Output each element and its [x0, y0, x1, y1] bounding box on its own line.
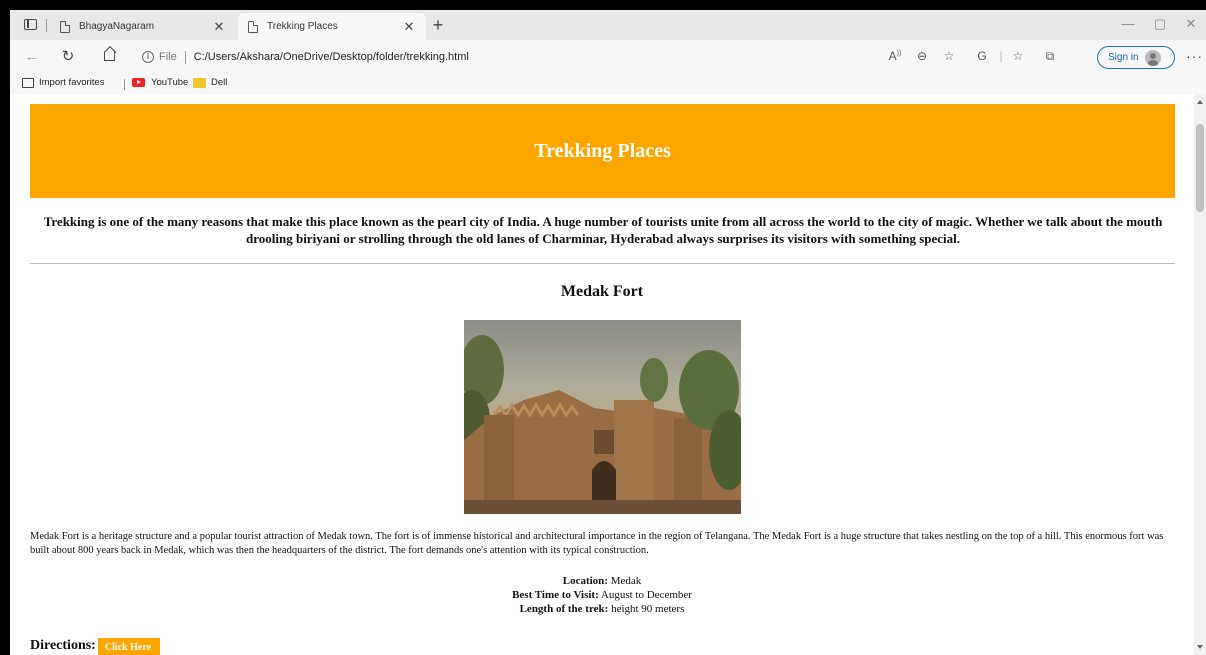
zoom-icon[interactable]: ⊖ [913, 49, 931, 63]
maximize-icon[interactable]: ▢ [1150, 16, 1170, 32]
favorite-label: Dell [211, 77, 228, 88]
toolbar-divider: | [999, 49, 1003, 63]
more-menu-icon[interactable]: ··· [1186, 48, 1203, 64]
extensions-icon[interactable]: G [973, 49, 991, 63]
medak-fort-image [464, 320, 741, 514]
vertical-scrollbar[interactable] [1194, 94, 1206, 655]
favorite-dell[interactable]: Dell [193, 77, 227, 88]
home-icon[interactable] [104, 52, 115, 61]
address-toolbar: ← ↻ i File C:/Users/Akshara/OneDrive/Des… [10, 40, 1206, 74]
place-facts: Location: Medak Best Time to Visit: Augu… [10, 574, 1194, 616]
address-bar[interactable]: i File C:/Users/Akshara/OneDrive/Desktop… [128, 44, 983, 70]
place-description: Medak Fort is a heritage structure and a… [30, 531, 1164, 556]
close-window-icon[interactable]: ✕ [1181, 16, 1201, 32]
favorite-label: YouTube [151, 77, 189, 88]
tab-divider [46, 19, 47, 32]
back-icon[interactable]: ← [22, 47, 42, 67]
youtube-icon [132, 78, 145, 87]
url-text[interactable]: C:/Users/Akshara/OneDrive/Desktop/folder… [194, 51, 469, 63]
location-label: Location: [562, 575, 608, 587]
avatar [1144, 49, 1161, 66]
tab-strip: BhagyaNagaram ✕ Trekking Places ✕ + — ▢ … [10, 10, 1206, 40]
directions-row: Directions: Click Here [30, 636, 161, 655]
folder-icon [193, 77, 206, 88]
sign-in-button[interactable]: Sign in [1097, 46, 1175, 69]
best-time-row: Best Time to Visit: August to December [10, 588, 1194, 602]
collections-icon[interactable]: ⧉ [1041, 49, 1059, 64]
scheme-label: File [159, 51, 177, 63]
intro-text: Trekking is one of the many reasons that… [43, 214, 1163, 246]
close-icon[interactable]: ✕ [212, 19, 226, 35]
favorite-star-icon[interactable]: ☆ [940, 49, 958, 63]
tab-trekking-places[interactable]: Trekking Places ✕ [238, 13, 426, 40]
location-row: Location: Medak [10, 574, 1194, 588]
location-value: Medak [610, 575, 642, 587]
header-banner: Trekking Places [30, 104, 1175, 198]
trek-length-label: Length of the trek: [519, 603, 609, 615]
favorites-divider [124, 79, 125, 90]
tab-label: Trekking Places [267, 21, 338, 32]
new-tab-icon[interactable]: + [428, 14, 448, 36]
tab-actions-icon[interactable] [24, 19, 37, 30]
page-title: Trekking Places [534, 139, 671, 162]
minimize-icon[interactable]: — [1118, 16, 1138, 31]
favorite-import[interactable]: Import favorites [22, 77, 104, 88]
scroll-thumb[interactable] [1196, 124, 1204, 212]
favorite-label: Import favorites [39, 77, 105, 88]
directions-label: Directions: [30, 638, 96, 653]
scroll-down-icon[interactable] [1197, 645, 1203, 649]
trek-length-row: Length of the trek: height 90 meters [10, 602, 1194, 616]
info-icon[interactable]: i [142, 51, 154, 63]
trek-length-value: height 90 meters [611, 603, 685, 615]
browser-window: BhagyaNagaram ✕ Trekking Places ✕ + — ▢ … [10, 10, 1206, 655]
address-divider [184, 50, 186, 64]
sign-in-label: Sign in [1108, 52, 1139, 63]
refresh-icon[interactable]: ↻ [58, 47, 78, 67]
read-aloud-icon[interactable]: A)) [886, 49, 904, 63]
place-title: Medak Fort [560, 283, 644, 300]
section-divider [30, 263, 1175, 264]
favorite-youtube[interactable]: YouTube [132, 77, 188, 88]
favorites-bar: Import favorites YouTube Dell [10, 74, 1206, 94]
close-icon[interactable]: ✕ [402, 19, 416, 35]
page-icon [248, 20, 258, 33]
tab-bhagyanagaram[interactable]: BhagyaNagaram ✕ [50, 13, 236, 40]
best-time-value: August to December [600, 589, 692, 601]
import-icon [22, 77, 34, 88]
page-icon [60, 20, 70, 33]
scroll-up-icon[interactable] [1197, 100, 1203, 104]
favorites-icon[interactable]: ☆ [1009, 49, 1027, 63]
tab-label: BhagyaNagaram [79, 21, 155, 32]
page-viewport: Trekking Places Trekking is one of the m… [10, 94, 1194, 655]
directions-button[interactable]: Click Here [97, 638, 161, 655]
best-time-label: Best Time to Visit: [512, 589, 599, 601]
